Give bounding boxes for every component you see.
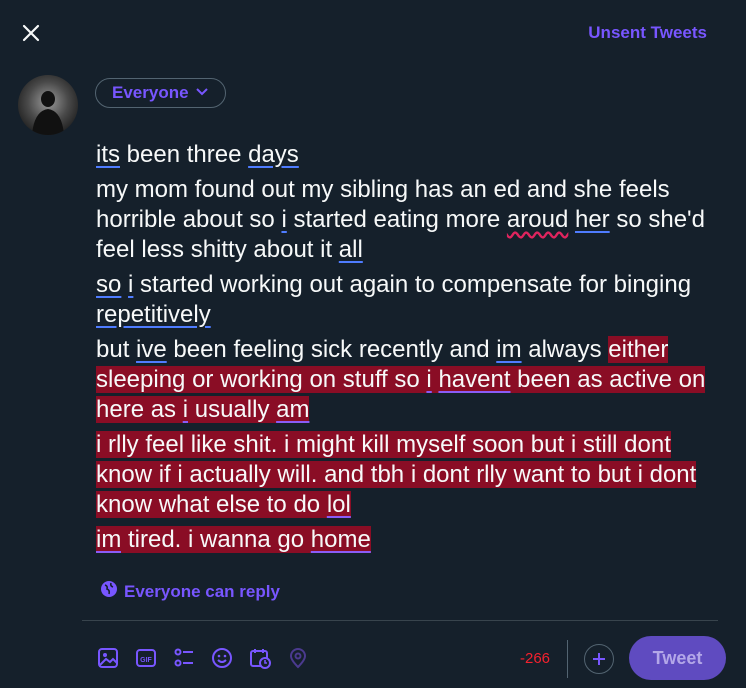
compose-text-segment: days [248, 141, 299, 168]
compose-text-segment: but [96, 336, 137, 363]
compose-text-segment: so [96, 271, 122, 298]
compose-paragraph: but ive been feeling sick recently and i… [96, 335, 728, 425]
compose-paragraph: its been three days [96, 140, 728, 170]
compose-paragraph: my mom found out my sibling has an ed an… [96, 175, 728, 265]
gif-icon[interactable]: GIF [134, 646, 158, 670]
compose-text-segment: lol [326, 491, 351, 518]
poll-icon[interactable] [172, 646, 196, 670]
emoji-icon[interactable] [210, 646, 234, 670]
compose-text-segment: am [276, 396, 310, 423]
compose-text-segment: havent [438, 366, 511, 393]
audience-dropdown[interactable]: Everyone [95, 78, 226, 108]
location-icon[interactable] [286, 646, 310, 670]
add-thread-button[interactable] [584, 644, 614, 674]
compose-text-segment: usually [188, 396, 277, 423]
compose-text-segment [568, 206, 575, 233]
compose-text-segment: started working out again to compensate … [133, 271, 692, 298]
divider [82, 620, 718, 621]
compose-text-segment: its [96, 141, 120, 168]
compose-text-segment: i [426, 366, 432, 393]
tweet-compose-text[interactable]: its been three days my mom found out my s… [96, 140, 728, 560]
reply-setting-label: Everyone can reply [124, 581, 280, 601]
compose-text-segment: ive [136, 336, 167, 363]
compose-text-segment: all [338, 236, 363, 263]
chevron-down-icon [195, 83, 209, 103]
compose-paragraph: so i started working out again to compen… [96, 270, 728, 330]
close-icon[interactable] [18, 20, 44, 46]
compose-paragraph: i rlly feel like shit. i might kill myse… [96, 430, 728, 520]
compose-text-segment: aroud [506, 206, 569, 233]
svg-text:GIF: GIF [140, 657, 152, 664]
tweet-button[interactable]: Tweet [629, 636, 726, 680]
compose-paragraph: im tired. i wanna go home [96, 525, 728, 555]
compose-text-segment: been feeling sick recently and [166, 336, 497, 363]
compose-toolbar: GIF [96, 646, 310, 670]
compose-text-segment: always [521, 336, 609, 363]
unsent-tweets-link[interactable]: Unsent Tweets [588, 23, 707, 43]
avatar[interactable] [18, 75, 78, 135]
globe-icon [100, 580, 118, 603]
schedule-icon[interactable] [248, 646, 272, 670]
compose-text-segment: i rlly feel like shit. i might kill myse… [96, 431, 697, 518]
compose-text-segment: im [96, 526, 122, 553]
compose-text-segment: started eating more [286, 206, 507, 233]
compose-text-segment: her [574, 206, 610, 233]
compose-text-segment: im [496, 336, 522, 363]
audience-label: Everyone [112, 83, 189, 102]
toolbar-separator [567, 640, 568, 678]
image-icon[interactable] [96, 646, 120, 670]
compose-text-segment: been three [120, 141, 249, 168]
compose-text-segment: repetitively [96, 301, 211, 328]
compose-text-segment: home [310, 526, 371, 553]
compose-text-segment: tired. i wanna go [121, 526, 311, 553]
character-counter: -266 [520, 650, 551, 667]
reply-setting-button[interactable]: Everyone can reply [100, 580, 280, 603]
